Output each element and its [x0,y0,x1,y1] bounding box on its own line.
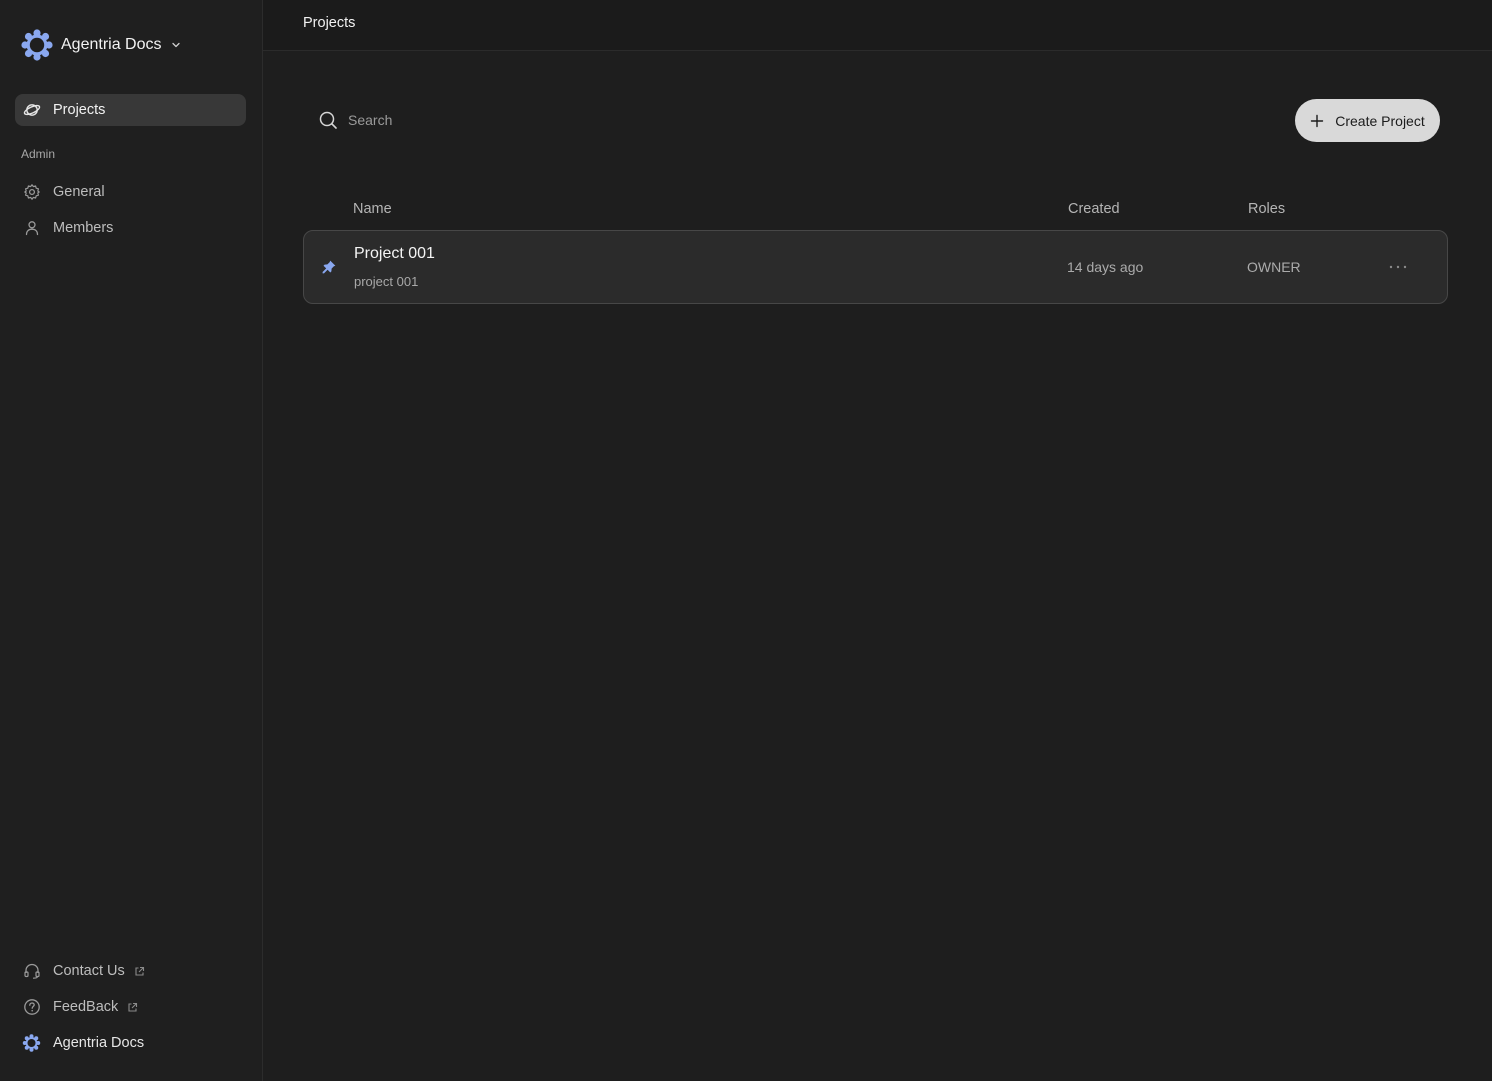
sidebar-item-general[interactable]: General [15,176,246,208]
column-header-name: Name [353,201,392,217]
project-slug: project 001 [354,274,419,289]
more-options-icon[interactable] [1384,257,1412,277]
sidebar-item-label: Projects [53,102,106,118]
user-icon [23,219,41,237]
page-title: Projects [303,15,356,31]
plus-icon [1310,114,1324,128]
sidebar-item-contact-us[interactable]: Contact Us [15,955,246,987]
gear-icon [23,183,41,201]
agentria-logo-icon [21,29,53,61]
search-input[interactable] [346,111,646,129]
workspace-switcher[interactable]: Agentria Docs [20,28,182,62]
chevron-down-icon [171,42,180,48]
sidebar-item-projects[interactable]: Projects [15,94,246,126]
planet-icon [23,101,41,119]
sidebar-item-members[interactable]: Members [15,212,246,244]
agentria-logo-icon [22,1034,41,1052]
top-bar: Projects [263,0,1492,51]
sidebar-item-label: Agentria Docs [53,1035,145,1051]
sidebar-item-label: FeedBack [53,999,119,1015]
help-circle-icon [23,998,41,1016]
sidebar-item-feedback[interactable]: FeedBack [15,991,246,1023]
project-name[interactable]: Project 001 [354,245,435,263]
column-header-created: Created [1068,201,1120,217]
workspace-name: Agentria Docs [61,36,162,53]
external-link-icon [134,966,145,977]
app-window: Agentria Docs Projects Admin General Mem… [0,0,1492,1081]
sidebar-item-label: Contact Us [53,963,125,979]
sidebar-item-label: Members [53,220,114,236]
sidebar-item-agentria-docs[interactable]: Agentria Docs [15,1027,246,1059]
search-icon [318,110,338,130]
search-bar[interactable] [318,108,646,132]
external-link-icon [127,1002,138,1013]
project-role: OWNER [1247,259,1301,275]
headset-icon [23,962,41,980]
column-header-roles: Roles [1248,201,1286,217]
sidebar: Agentria Docs Projects Admin General Mem… [0,0,263,1081]
table-row[interactable]: Project 001 project 001 14 days ago OWNE… [303,230,1448,304]
admin-section-label: Admin [21,147,56,161]
sidebar-item-label: General [53,184,105,200]
pin-icon[interactable] [321,259,337,275]
create-project-label: Create Project [1335,112,1425,129]
create-project-button[interactable]: Create Project [1295,99,1440,142]
project-created: 14 days ago [1067,259,1144,275]
